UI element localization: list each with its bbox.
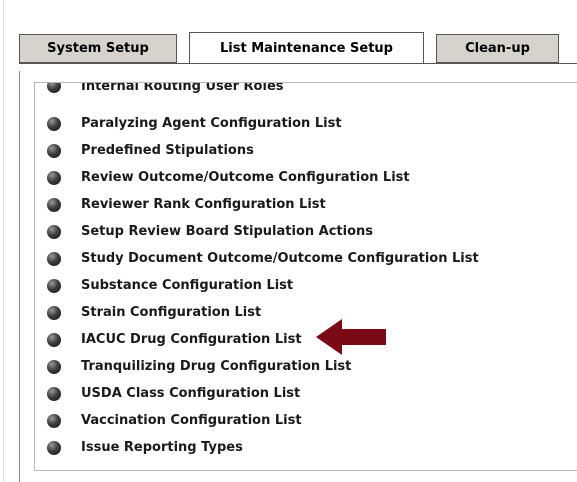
list-item-vaccination[interactable]: Vaccination Configuration List: [35, 407, 575, 434]
bullet-icon: [47, 386, 61, 401]
list-item-strain[interactable]: Strain Configuration List: [35, 299, 575, 326]
tab-label: System Setup: [47, 41, 149, 56]
bullet-icon: [47, 197, 61, 212]
configuration-list-box: Internal Routing User Roles Paralyzing A…: [34, 82, 577, 471]
page: System Setup List Maintenance Setup Clea…: [0, 0, 577, 482]
list-item-review-outcome[interactable]: Review Outcome/Outcome Configuration Lis…: [35, 164, 575, 191]
list-item-label: Review Outcome/Outcome Configuration Lis…: [81, 170, 410, 185]
list-item-label: IACUC Drug Configuration List: [81, 332, 302, 347]
list-item-label: Paralyzing Agent Configuration List: [81, 116, 342, 131]
list-item-predefined-stipulations[interactable]: Predefined Stipulations: [35, 137, 575, 164]
list-item-label: Strain Configuration List: [81, 305, 262, 320]
tab-label: Clean-up: [465, 41, 530, 56]
bullet-icon: [47, 278, 61, 293]
list-item-label: Tranquilizing Drug Configuration List: [81, 359, 352, 374]
bullet-icon: [47, 305, 61, 320]
list-item-label: Setup Review Board Stipulation Actions: [81, 224, 374, 239]
left-arrow-icon: [316, 319, 386, 355]
bullet-icon: [47, 143, 61, 158]
bullet-icon: [47, 332, 61, 347]
left-guide-line: [3, 0, 4, 482]
bullet-icon: [47, 440, 61, 455]
list-item-tranquilizing-drug[interactable]: Tranquilizing Drug Configuration List: [35, 353, 575, 380]
tab-clean-up[interactable]: Clean-up: [436, 34, 559, 63]
bullet-icon: [47, 413, 61, 428]
list-item-label: Substance Configuration List: [81, 278, 294, 293]
list-item-paralyzing-agent[interactable]: Paralyzing Agent Configuration List: [35, 110, 575, 137]
list-item-iacuc-drug[interactable]: IACUC Drug Configuration List: [35, 326, 575, 353]
bullet-icon: [47, 116, 61, 131]
list-item-internal-routing-user-roles[interactable]: Internal Routing User Roles: [35, 82, 575, 99]
bullet-icon: [47, 251, 61, 266]
list-item-usda-class[interactable]: USDA Class Configuration List: [35, 380, 575, 407]
bullet-icon: [47, 83, 61, 93]
list-item-label: Reviewer Rank Configuration List: [81, 197, 326, 212]
list-item-study-document-outcome[interactable]: Study Document Outcome/Outcome Configura…: [35, 245, 575, 272]
list-item-setup-review-board[interactable]: Setup Review Board Stipulation Actions: [35, 218, 575, 245]
bullet-icon: [47, 224, 61, 239]
list-item-label: Vaccination Configuration List: [81, 413, 302, 428]
list-item-label: Predefined Stipulations: [81, 143, 254, 158]
list-item-substance[interactable]: Substance Configuration List: [35, 272, 575, 299]
tab-label: List Maintenance Setup: [220, 40, 393, 56]
bullet-icon: [47, 359, 61, 374]
list-item-reviewer-rank[interactable]: Reviewer Rank Configuration List: [35, 191, 575, 218]
list-item-label: Study Document Outcome/Outcome Configura…: [81, 251, 479, 266]
list-item-issue-reporting-types[interactable]: Issue Reporting Types: [35, 434, 575, 461]
tab-list-maintenance-setup[interactable]: List Maintenance Setup: [189, 32, 424, 63]
list-item-label: Issue Reporting Types: [81, 440, 243, 455]
list-item-label: Internal Routing User Roles: [81, 82, 284, 94]
tab-system-setup[interactable]: System Setup: [19, 34, 177, 63]
list-item-label: USDA Class Configuration List: [81, 386, 301, 401]
bullet-icon: [47, 170, 61, 185]
tab-baseline: [19, 63, 577, 64]
